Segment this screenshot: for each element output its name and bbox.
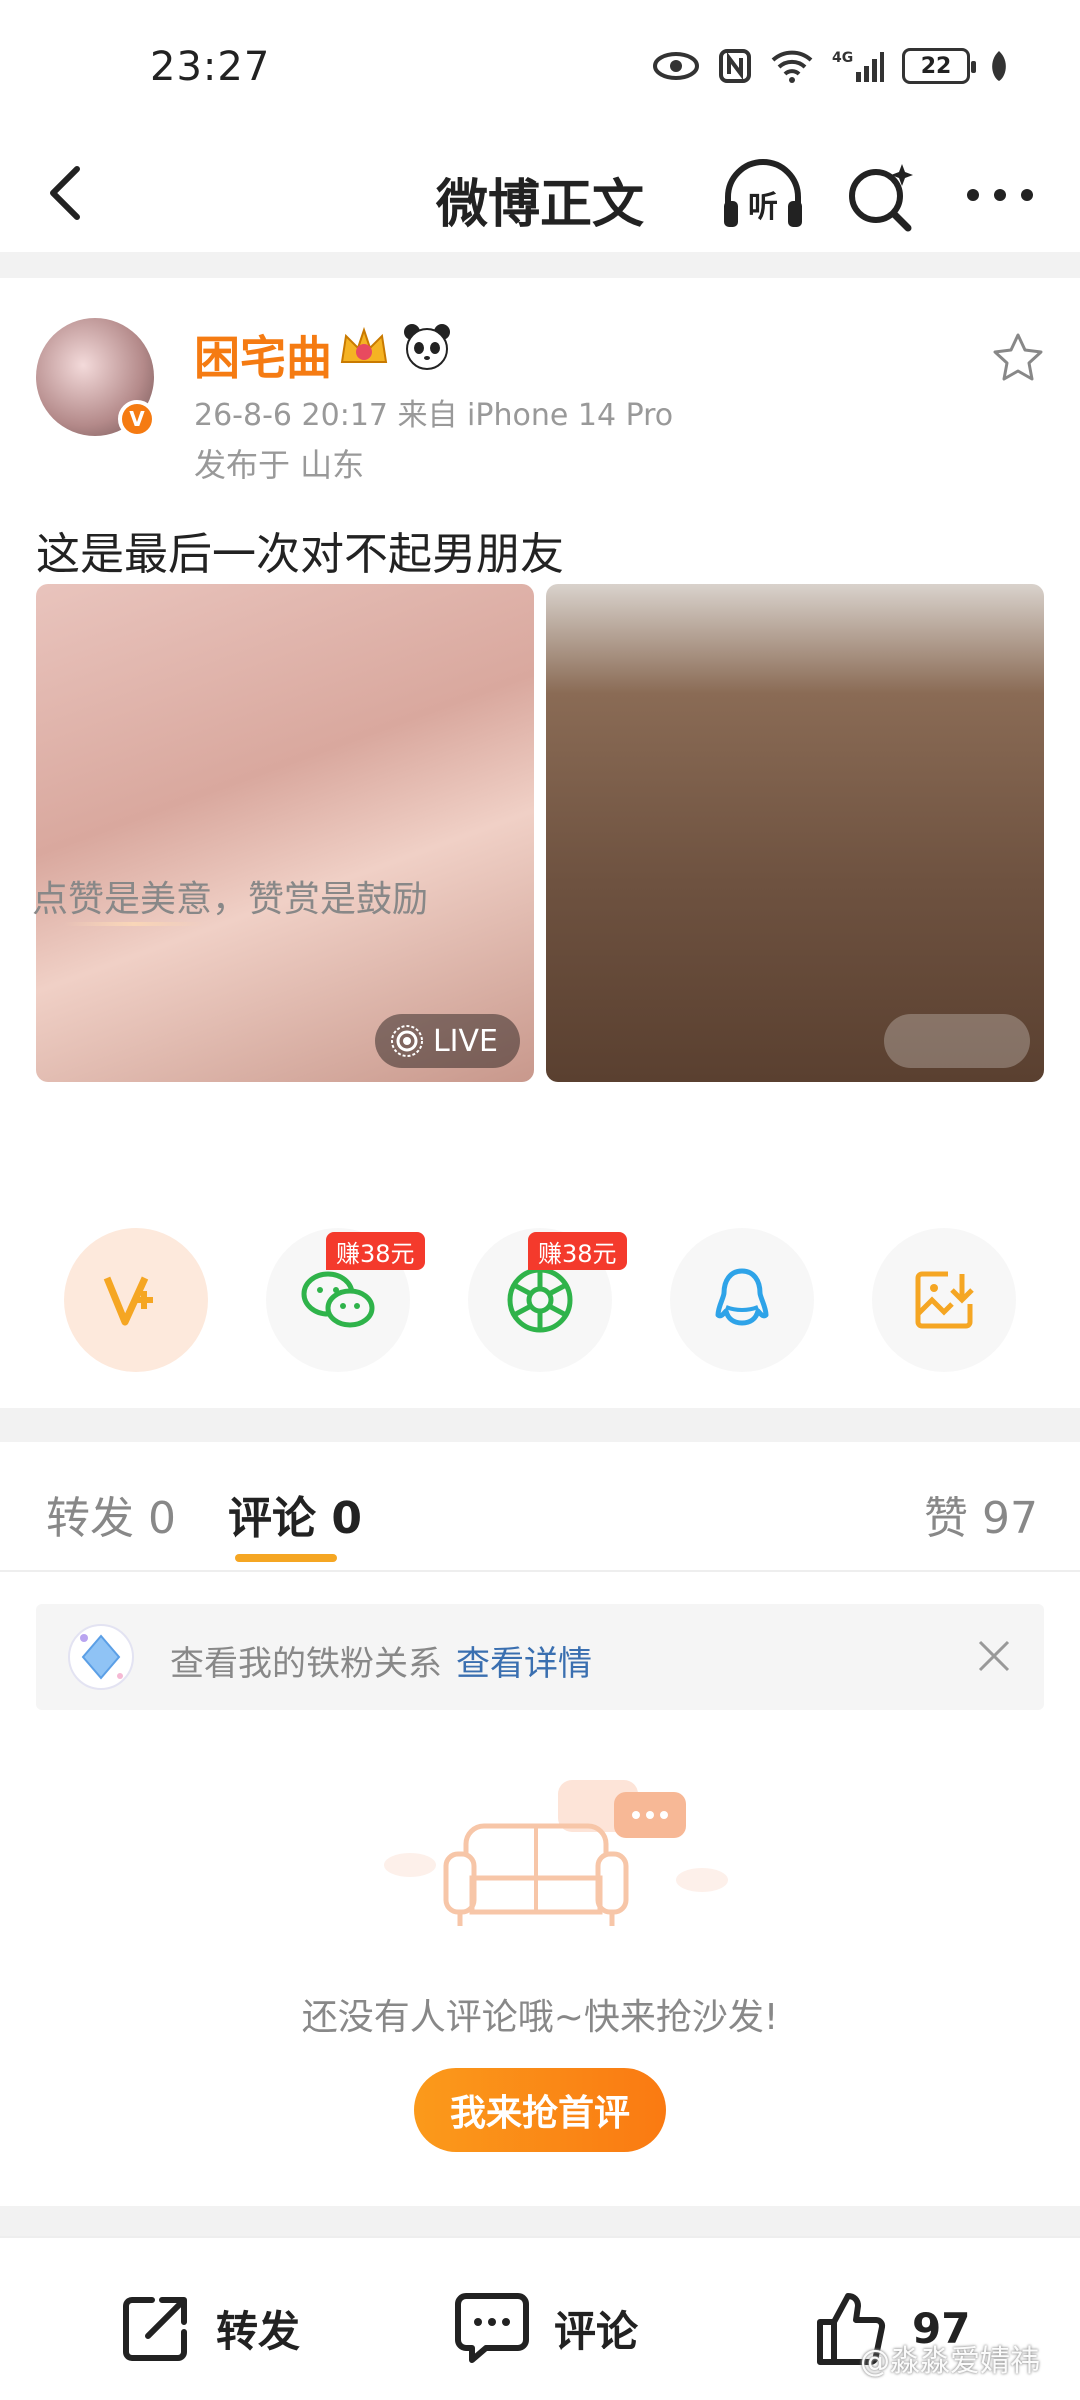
live-badge-2[interactable] <box>884 1014 1030 1068</box>
live-photo-icon <box>390 1025 423 1057</box>
reward-underline <box>64 922 204 926</box>
verified-badge-icon: V <box>118 400 156 438</box>
repost-label: 转发 <box>216 2306 301 2356</box>
empty-sofa-illustration <box>384 1780 728 1926</box>
more-dots-icon <box>967 189 1033 201</box>
fans-banner-text: 查看我的铁粉关系 查看详情 <box>170 1636 592 1685</box>
username[interactable]: 困宅曲 <box>194 322 332 388</box>
tab-comment[interactable]: 评论 0 <box>228 1482 362 1546</box>
share-qq-button[interactable] <box>670 1228 814 1372</box>
section-divider <box>0 252 1080 278</box>
watermark: @淼淼爱婧祎 <box>860 2344 1040 2379</box>
section-divider <box>0 1408 1080 1442</box>
comment-bubble-icon <box>455 2293 529 2363</box>
qq-icon <box>715 1268 769 1326</box>
vip-reward-button[interactable] <box>64 1228 208 1372</box>
panda-badge-icon <box>404 324 450 370</box>
status-bar: 23:27 4G 22 <box>0 0 1080 140</box>
search-button[interactable] <box>842 158 922 238</box>
battery-indicator: 22 <box>902 48 976 84</box>
svg-text:4G: 4G <box>832 50 853 66</box>
listen-label: 听 <box>748 190 778 225</box>
earn-tag-wechat: 赚38元 <box>326 1232 425 1270</box>
post-image-1[interactable]: LIVE <box>36 584 534 1082</box>
tab-repost[interactable]: 转发 0 <box>46 1482 176 1546</box>
signal-icon: 4G <box>832 50 884 82</box>
save-image-icon <box>915 1271 974 1329</box>
tabs-bar: 转发 0 评论 0 赞 97 <box>0 1442 1080 1572</box>
tab-like[interactable]: 赞 97 <box>924 1482 1038 1546</box>
more-button[interactable] <box>955 170 1045 220</box>
repost-button[interactable]: 转发 <box>118 2288 300 2368</box>
eye-icon <box>653 52 699 80</box>
section-divider <box>0 2206 1080 2236</box>
status-time: 23:27 <box>150 44 271 90</box>
favorite-star-icon[interactable] <box>990 330 1046 386</box>
post-text: 这是最后一次对不起男朋友 <box>36 529 564 580</box>
live-badge[interactable]: LIVE <box>374 1014 520 1068</box>
crown-badge-icon <box>340 326 388 363</box>
moments-icon <box>507 1267 573 1333</box>
headphones-icon: 听 <box>724 159 802 227</box>
listen-button[interactable]: 听 <box>718 155 808 235</box>
post-location: 发布于 山东 <box>194 446 365 484</box>
wifi-icon <box>771 50 813 83</box>
iron-fan-diamond-icon <box>68 1624 134 1690</box>
close-icon[interactable] <box>974 1636 1014 1676</box>
fans-banner-label: 查看我的铁粉关系 <box>170 1644 442 1684</box>
post-meta: 26-8-6 20:17 来自 iPhone 14 Pro <box>194 398 674 433</box>
leaf-icon <box>992 51 1006 81</box>
comment-label: 评论 <box>554 2306 639 2356</box>
vip-icon <box>103 1276 153 1326</box>
nfc-icon <box>719 49 751 83</box>
share-arrow-icon <box>123 2297 187 2361</box>
fans-detail-link[interactable]: 查看详情 <box>456 1644 592 1684</box>
wechat-icon <box>301 1271 375 1328</box>
avatar[interactable]: V <box>36 318 156 438</box>
empty-comments-text: 还没有人评论哦~快来抢沙发! <box>301 1997 779 2038</box>
save-image-button[interactable] <box>872 1228 1016 1372</box>
search-sparkle-icon <box>849 164 913 232</box>
fans-banner[interactable]: 查看我的铁粉关系 查看详情 <box>36 1604 1044 1710</box>
earn-tag-moments: 赚38元 <box>528 1232 627 1270</box>
status-icons: 4G 22 <box>652 48 1010 84</box>
comment-button[interactable]: 评论 <box>452 2288 638 2368</box>
bottom-action-bar: 转发 评论 97 @淼淼爱婧祎 <box>0 2236 1080 2400</box>
nav-bar: 微博正文 听 <box>0 140 1080 250</box>
post-image-2[interactable] <box>546 584 1044 1082</box>
tab-active-indicator <box>235 1554 337 1562</box>
live-label: LIVE <box>432 1023 498 1059</box>
reward-text: 点赞是美意，赞赏是鼓励 <box>32 879 429 920</box>
first-comment-button[interactable]: 我来抢首评 <box>414 2068 666 2152</box>
